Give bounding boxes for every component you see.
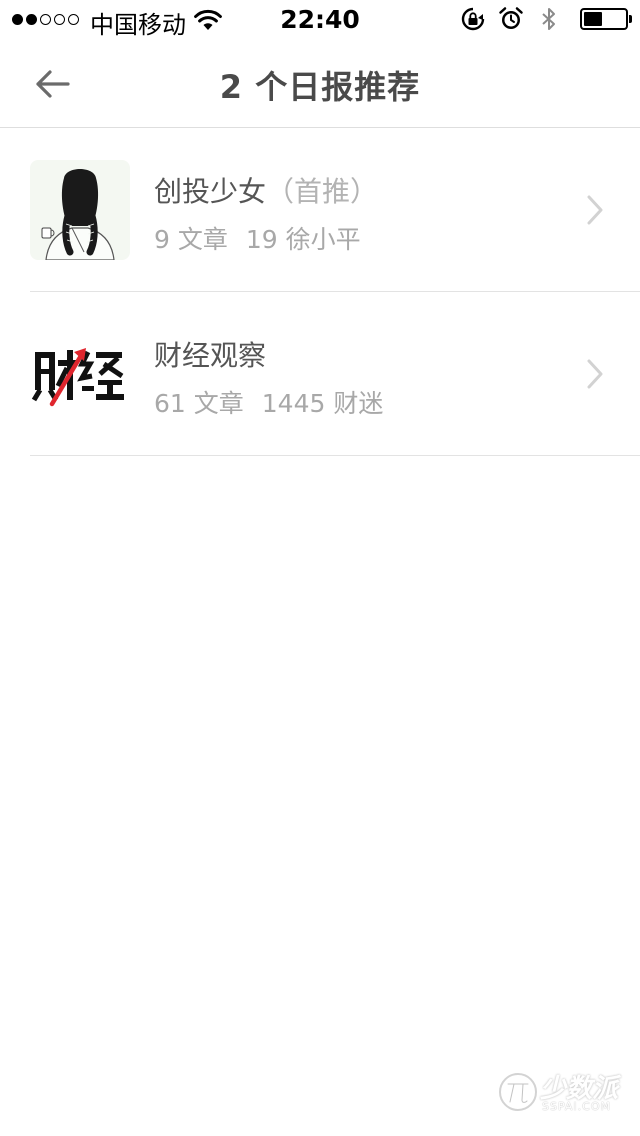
list-item[interactable]: 创投少女（首推） 9 文章 19 徐小平 — [30, 128, 640, 292]
watermark-subtext: SSPAI.COM — [542, 1100, 611, 1113]
chevron-right-icon — [587, 359, 603, 389]
page-title: 2 个日报推荐 — [219, 68, 421, 106]
sspai-watermark: 少数派 SSPAI.COM — [498, 1066, 622, 1118]
alarm-clock-icon — [499, 7, 523, 29]
list-item[interactable]: 财经观察 61 文章 1445 财迷 — [30, 292, 640, 456]
bluetooth-icon — [542, 8, 555, 30]
article-count: 9 文章 — [154, 225, 228, 254]
article-count: 61 文章 — [154, 389, 244, 418]
battery-level — [584, 12, 602, 26]
item-meta: 9 文章 19 徐小平 — [154, 220, 361, 256]
rotation-lock-icon — [461, 7, 485, 31]
item-name: 财经观察 — [154, 339, 267, 372]
follower-count: 19 徐小平 — [245, 225, 361, 254]
item-title: 创投少女（首推） — [154, 170, 378, 210]
item-meta: 61 文章 1445 财迷 — [154, 384, 383, 420]
featured-tag: （首推） — [266, 175, 379, 208]
daily-recommendation-list: 创投少女（首推） 9 文章 19 徐小平 财经观察 61 文章 1445 财迷 — [0, 128, 640, 456]
follower-count: 1445 财迷 — [261, 389, 384, 418]
battery-icon — [580, 8, 632, 30]
caijing-logo-avatar — [30, 324, 130, 424]
pi-logo-icon — [499, 1073, 537, 1111]
girl-illustration-avatar — [30, 160, 130, 260]
item-name: 创投少女 — [154, 175, 267, 208]
item-title: 财经观察 — [154, 334, 266, 374]
chevron-right-icon — [587, 195, 603, 225]
navigation-bar: 2 个日报推荐 — [0, 40, 640, 128]
status-bar: 中国移动 22:40 — [0, 0, 640, 40]
